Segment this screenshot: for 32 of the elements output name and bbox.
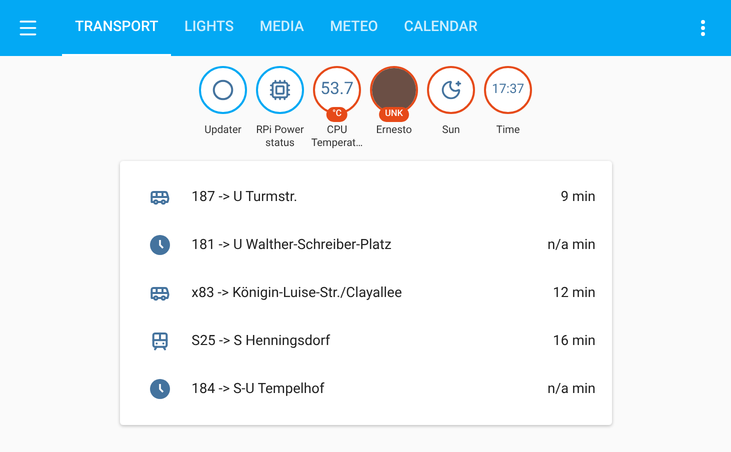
- badge-unit: °C: [326, 107, 348, 122]
- circle-icon: [212, 79, 234, 101]
- departure-line: x83 -> Königin-Luise-Str./Clayallee: [192, 284, 403, 302]
- departure-time: 16 min: [552, 332, 596, 350]
- departure-line: 187 -> U Turmstr.: [192, 188, 298, 206]
- departure-time: n/a min: [547, 380, 596, 398]
- train-icon: [150, 331, 170, 351]
- badge-unit: UNK: [379, 107, 409, 122]
- nav-tab[interactable]: CALENDAR: [391, 0, 490, 56]
- nav-tab[interactable]: TRANSPORT: [62, 0, 172, 56]
- nav-tab[interactable]: LIGHTS: [171, 0, 247, 56]
- badge-label: Sun: [441, 123, 461, 136]
- departure-time: 12 min: [552, 284, 596, 302]
- clock-icon: [150, 235, 170, 255]
- nav-tab[interactable]: MEDIA: [246, 0, 317, 56]
- departure-line: 184 -> S-U Tempelhof: [192, 380, 326, 398]
- badge-value: 17:37: [492, 81, 524, 100]
- badge-label: Time: [495, 123, 521, 136]
- departure-line: S25 -> S Henningsdorf: [192, 332, 332, 350]
- badge-label: Updater: [204, 123, 242, 136]
- clock-icon: [150, 379, 170, 399]
- circuit-board-icon: [269, 79, 291, 101]
- departure-time: n/a min: [547, 236, 596, 254]
- badge-label: CPU Temperat…: [310, 123, 364, 149]
- more-icon: [701, 20, 705, 36]
- departure-time: 9 min: [560, 188, 596, 206]
- badge-value: 53.7: [320, 78, 354, 102]
- moon-icon: [440, 79, 462, 101]
- departure-line: 181 -> U Walther-Schreiber-Platz: [192, 236, 392, 254]
- badge-label: Ernesto: [375, 123, 413, 136]
- badge-label: RPi Power status: [255, 123, 305, 149]
- nav-tab[interactable]: METEO: [316, 0, 391, 56]
